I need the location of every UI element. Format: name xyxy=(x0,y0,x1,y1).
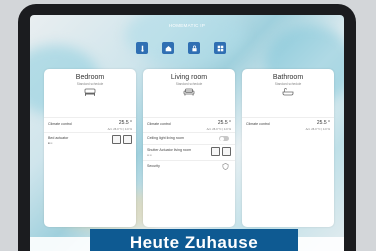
climate-control-label: Climate control xyxy=(48,122,72,126)
lock-button[interactable] xyxy=(188,42,200,54)
ceiling-light-label: Ceiling light living room xyxy=(147,136,184,140)
thermometer-button[interactable] xyxy=(136,42,148,54)
device-row[interactable]: Bed actuator ■ ▪▪ xyxy=(44,132,136,149)
room-card-living-room[interactable]: Living room Standard schedule Climate co… xyxy=(143,69,235,227)
app-title: HOMEMATIC IP xyxy=(168,23,206,28)
shutter-down-button[interactable] xyxy=(222,147,231,156)
room-name: Living room xyxy=(170,74,208,81)
lock-icon xyxy=(191,45,197,51)
ceiling-light-toggle[interactable] xyxy=(219,136,229,141)
device-status: ■ ▪▪ xyxy=(48,141,53,145)
actual-temperature: Act. 26.0 °C | 4.0 % xyxy=(107,127,132,131)
bed-icon xyxy=(84,88,96,96)
room-schedule: Standard schedule xyxy=(76,82,104,86)
climate-control-label: Climate control xyxy=(246,122,270,126)
set-temperature: 25.5 ° xyxy=(118,120,132,126)
home-button[interactable] xyxy=(162,42,174,54)
climate-control-row[interactable]: Climate control 25.5 ° Act. 26.0 °C | 4.… xyxy=(242,117,334,133)
room-schedule: Standard schedule xyxy=(274,82,302,86)
room-card-bedroom[interactable]: Bedroom Standard schedule Climate contro… xyxy=(44,69,136,227)
room-name: Bathroom xyxy=(272,74,304,81)
shutter-label: Shutter Actuator living room xyxy=(147,148,192,152)
actual-temperature: Act. 26.0 °C | 4.0 % xyxy=(206,127,231,131)
climate-control-row[interactable]: Climate control 25.5 ° Act. 26.0 °C | 4.… xyxy=(143,117,235,133)
room-card-bathroom[interactable]: Bathroom Standard schedule Climate contr… xyxy=(242,69,334,227)
up-button[interactable] xyxy=(112,135,121,144)
grid-icon xyxy=(217,45,223,51)
set-temperature: 25.5 ° xyxy=(217,120,231,126)
climate-control-row[interactable]: Climate control 25.5 ° Act. 26.0 °C | 4.… xyxy=(44,117,136,133)
shutter-up-button[interactable] xyxy=(211,147,220,156)
bathtub-icon xyxy=(282,88,294,96)
home-icon xyxy=(165,45,171,51)
security-row[interactable]: Security xyxy=(143,160,235,173)
thermometer-icon xyxy=(140,45,144,52)
climate-control-label: Climate control xyxy=(147,122,171,126)
down-button[interactable] xyxy=(123,135,132,144)
grid-button[interactable] xyxy=(214,42,226,54)
device-label: Bed actuator xyxy=(48,136,69,140)
toolbar xyxy=(136,42,226,54)
sofa-icon xyxy=(183,88,195,96)
actual-temperature: Act. 26.0 °C | 4.0 % xyxy=(305,127,330,131)
app-screen: HOMEMATIC IP Bedroom Standard schedule C… xyxy=(30,15,344,251)
set-temperature: 25.5 ° xyxy=(316,120,330,126)
room-name: Bedroom xyxy=(75,74,105,81)
room-schedule: Standard schedule xyxy=(175,82,203,86)
security-label: Security xyxy=(147,164,160,168)
shield-icon xyxy=(222,163,229,170)
tablet-frame: HOMEMATIC IP Bedroom Standard schedule C… xyxy=(18,4,356,251)
shutter-status: ▪▪ ▪▪ xyxy=(147,153,152,157)
shutter-row[interactable]: Shutter Actuator living room ▪▪ ▪▪ xyxy=(143,144,235,161)
promo-banner: Heute Zuhause xyxy=(90,229,298,251)
